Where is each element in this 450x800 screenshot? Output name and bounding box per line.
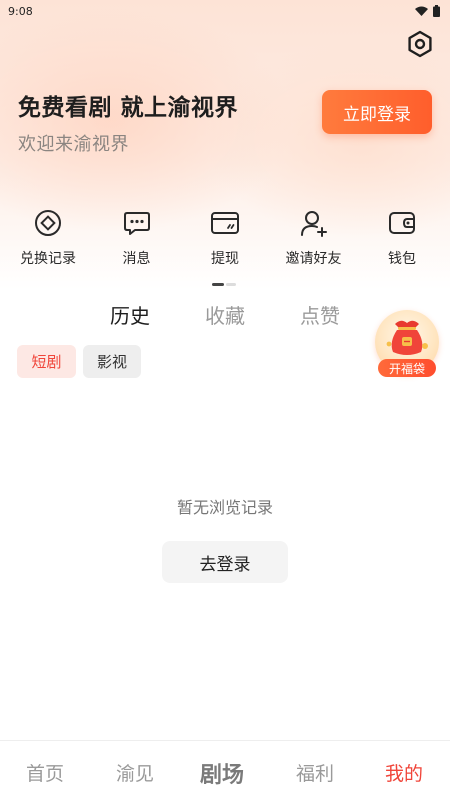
quick-action-wallet[interactable]: 钱包 [360, 208, 444, 270]
go-login-button[interactable]: 去登录 [162, 541, 288, 583]
bottom-navigation: 首页 渝见 剧场 福利 我的 [0, 740, 450, 800]
lucky-bag-button[interactable]: 开福袋 [374, 310, 440, 380]
settings-button[interactable] [404, 28, 436, 60]
tab-history[interactable]: 历史 [110, 300, 150, 329]
empty-state-message: 暂无浏览记录 [176, 498, 273, 517]
filter-short-drama[interactable]: 短剧 [17, 345, 76, 378]
quick-action-label: 消息 [122, 251, 151, 267]
login-now-button[interactable]: 立即登录 [322, 90, 432, 134]
status-icons [415, 5, 440, 17]
hero-title: 免费看剧 就上渝视界 [18, 95, 239, 121]
quick-action-withdraw[interactable]: 提现 [183, 208, 267, 270]
tab-favorites[interactable]: 收藏 [205, 300, 245, 329]
nav-yujian[interactable]: 渝见 [116, 759, 154, 786]
exchange-icon [33, 208, 63, 238]
quick-action-label: 兑换记录 [20, 251, 76, 267]
quick-action-invite-friends[interactable]: 邀请好友 [272, 208, 356, 270]
status-bar: 9:08 [0, 0, 450, 22]
quick-action-label: 邀请好友 [285, 251, 342, 267]
wallet-icon [387, 208, 417, 238]
invite-user-icon [299, 208, 329, 238]
quick-actions-page-indicator [212, 283, 236, 286]
status-time: 9:08 [8, 4, 33, 18]
lucky-bag-icon [386, 320, 428, 355]
nav-welfare[interactable]: 福利 [296, 759, 334, 786]
tab-likes[interactable]: 点赞 [300, 300, 340, 329]
quick-action-exchange-records[interactable]: 兑换记录 [6, 208, 90, 270]
nav-theater[interactable]: 剧场 [200, 757, 244, 789]
quick-actions-row: 兑换记录 消息 提现 邀请好友 钱包 [0, 208, 450, 270]
filter-film-tv[interactable]: 影视 [83, 345, 141, 378]
nav-home[interactable]: 首页 [26, 759, 64, 786]
quick-action-messages[interactable]: 消息 [95, 208, 179, 270]
page-indicator-active [212, 283, 224, 286]
quick-action-label: 钱包 [388, 251, 416, 267]
page-indicator-inactive [226, 283, 236, 286]
battery-icon [433, 5, 440, 17]
message-icon [122, 208, 152, 238]
quick-action-label: 提现 [211, 251, 239, 267]
withdraw-card-icon [210, 208, 240, 238]
hero-subtitle: 欢迎来渝视界 [18, 134, 129, 155]
nav-mine[interactable]: 我的 [385, 759, 423, 786]
settings-hexagon-icon [408, 30, 432, 58]
wifi-icon [415, 6, 428, 16]
lucky-bag-label: 开福袋 [378, 359, 436, 377]
